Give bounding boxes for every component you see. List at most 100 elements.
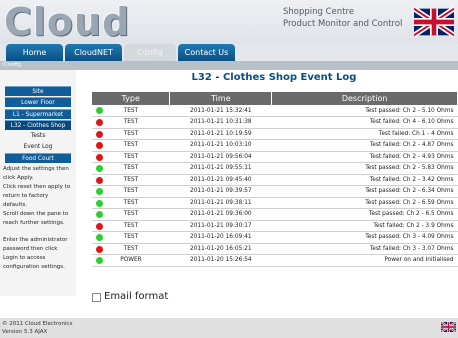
cell-time: 2011-01-21 09:36:00 bbox=[169, 208, 272, 221]
status-pass-icon bbox=[96, 165, 103, 172]
help-line: Adjust the settings then bbox=[3, 166, 69, 172]
cloud-logo: Cloud bbox=[4, 0, 131, 44]
cell-type: TEST bbox=[92, 162, 170, 175]
status-pass-icon bbox=[96, 107, 103, 114]
cell-time: 2011-01-21 09:56:04 bbox=[169, 151, 272, 163]
table-row: TEST 2011-01-21 09:56:04 Test failed: Ch 2… bbox=[92, 151, 458, 163]
help-line: Enter the administrator bbox=[3, 237, 68, 243]
cell-description: Test failed: Ch 1 - 4 Ohms bbox=[271, 128, 458, 140]
help-text-apply: Adjust the settings then click Apply. Cl… bbox=[3, 165, 75, 228]
column-header-description[interactable]: Description bbox=[271, 92, 458, 105]
sidebar-item-event-log[interactable]: Event Log bbox=[5, 142, 71, 152]
cell-time: 2011-01-20 15:26:54 bbox=[169, 254, 272, 267]
email-format-checkbox[interactable] bbox=[92, 293, 101, 302]
help-line: return to factory bbox=[3, 193, 49, 199]
cell-type: TEST bbox=[92, 151, 170, 163]
cell-description: Test failed: Ch 3 - 3.07 Ohms bbox=[271, 243, 458, 255]
help-line: click Apply. bbox=[3, 175, 34, 181]
breadcrumb: iConfig bbox=[0, 61, 458, 70]
tab-config[interactable]: Config bbox=[124, 44, 176, 61]
header-subtitle: Shopping Centre Product Monitor and Cont… bbox=[283, 6, 402, 30]
tab-contact-us[interactable]: Contact Us bbox=[178, 44, 235, 61]
cell-type: TEST bbox=[92, 231, 170, 244]
sidebar-item-food-court[interactable]: Food Court bbox=[5, 153, 71, 163]
cell-type: TEST bbox=[92, 174, 170, 186]
cell-type: POWER bbox=[92, 254, 170, 267]
cell-time: 2011-01-21 09:39:57 bbox=[169, 185, 272, 198]
table-row: TEST 2011-01-21 10:19:59 Test failed: Ch 1… bbox=[92, 128, 458, 140]
table-row: TEST 2011-01-21 09:38:11 Test passed: Ch 2… bbox=[92, 197, 458, 209]
event-log-body: TEST 2011-01-21 15:32:41 Test passed: Ch 2… bbox=[92, 105, 458, 267]
sidebar: Site Lower Floor L1 - Supermarket L32 - … bbox=[0, 70, 76, 296]
breadcrumb-text: iConfig bbox=[2, 62, 22, 68]
cell-type: TEST bbox=[92, 220, 170, 232]
sidebar-item-site[interactable]: Site bbox=[5, 86, 71, 96]
type-label: TEST bbox=[123, 176, 139, 183]
help-line: Scroll down the pane to bbox=[3, 211, 69, 217]
subtitle-line2: Product Monitor and Control bbox=[283, 19, 403, 29]
cell-description: Power on and Initialised bbox=[271, 254, 458, 267]
email-format-label: Email format bbox=[104, 291, 169, 302]
help-line: configuration settings. bbox=[3, 264, 65, 270]
cell-time: 2011-01-20 16:05:21 bbox=[169, 243, 272, 255]
tab-cloudnet[interactable]: CloudNET bbox=[65, 44, 122, 61]
status-pass-icon bbox=[96, 188, 103, 195]
header: Cloud Shopping Centre Product Monitor an… bbox=[0, 0, 458, 44]
copyright: © 2011 Cloud Electronics bbox=[2, 321, 73, 327]
help-line: Login to access bbox=[3, 255, 46, 261]
column-header-type[interactable]: Type bbox=[92, 92, 171, 105]
cell-description: Test passed: Ch 2 - 6.34 Ohms bbox=[271, 185, 458, 198]
table-row: TEST 2011-01-20 16:09:41 Test passed: Ch 3… bbox=[92, 231, 458, 244]
cell-type: TEST bbox=[92, 128, 170, 140]
cell-time: 2011-01-20 16:09:41 bbox=[169, 231, 272, 244]
table-row: TEST 2011-01-21 09:39:57 Test passed: Ch 2… bbox=[92, 185, 458, 198]
type-label: TEST bbox=[123, 107, 139, 114]
cell-description: Test passed: Ch 2 - 6.59 Ohms bbox=[271, 197, 458, 209]
cell-description: Test passed: Ch 2 - 5.83 Ohms bbox=[271, 162, 458, 175]
page-title: L32 - Clothes Shop Event Log bbox=[191, 72, 357, 83]
uk-flag-icon[interactable] bbox=[414, 2, 454, 42]
subtitle-line1: Shopping Centre bbox=[283, 7, 355, 17]
status-fail-icon bbox=[96, 176, 103, 184]
sidebar-item-clothes-shop[interactable]: L32 - Clothes Shop bbox=[5, 120, 71, 130]
status-fail-icon bbox=[96, 142, 103, 149]
cell-description: Test failed: Ch 2 - 3.42 Ohms bbox=[271, 174, 458, 186]
cell-description: Test passed: Ch 2 - 5.10 Ohms bbox=[271, 105, 458, 117]
status-fail-icon bbox=[96, 245, 103, 253]
table-row: TEST 2011-01-21 15:32:41 Test passed: Ch 2… bbox=[92, 105, 458, 117]
type-label: TEST bbox=[123, 245, 139, 252]
status-fail-icon bbox=[96, 153, 103, 161]
event-log-table: Type Time Description TEST 2011-01-21 15:… bbox=[92, 92, 458, 267]
cell-type: TEST bbox=[92, 243, 170, 255]
sidebar-item-tests[interactable]: Tests bbox=[5, 131, 71, 141]
uk-flag-icon[interactable] bbox=[441, 321, 456, 333]
cell-time: 2011-01-21 10:31:38 bbox=[169, 116, 272, 129]
cell-time: 2011-01-21 10:03:10 bbox=[169, 139, 272, 152]
column-header-time[interactable]: Time bbox=[169, 92, 273, 105]
type-label: TEST bbox=[123, 165, 139, 172]
cell-time: 2011-01-21 09:30:17 bbox=[169, 220, 272, 232]
help-line: Click reset then apply to bbox=[3, 184, 71, 190]
type-label: TEST bbox=[123, 130, 139, 137]
status-pass-icon bbox=[96, 257, 103, 264]
footer-text: © 2011 Cloud Electronics Version 5.3 AJA… bbox=[2, 320, 72, 336]
table-header-row: Type Time Description bbox=[92, 92, 458, 105]
cell-type: TEST bbox=[92, 139, 170, 152]
table-row: TEST 2011-01-21 10:03:10 Test failed: Ch 2… bbox=[92, 139, 458, 152]
type-label: TEST bbox=[123, 119, 139, 126]
type-label: TEST bbox=[123, 153, 139, 160]
status-fail-icon bbox=[96, 130, 103, 138]
table-row: TEST 2011-01-20 16:05:21 Test failed: Ch 3… bbox=[92, 243, 458, 255]
tab-home[interactable]: Home bbox=[6, 44, 63, 61]
status-pass-icon bbox=[96, 234, 103, 241]
sidebar-item-lower-floor[interactable]: Lower Floor bbox=[5, 97, 71, 107]
cell-description: Test failed: Ch 2 - 4.93 Ohms bbox=[271, 151, 458, 163]
status-pass-icon bbox=[96, 199, 103, 207]
cell-type: TEST bbox=[92, 105, 170, 117]
footer: © 2011 Cloud Electronics Version 5.3 AJA… bbox=[0, 318, 458, 338]
sidebar-item-supermarket[interactable]: L1 - Supermarket bbox=[5, 109, 71, 119]
type-label: TEST bbox=[123, 142, 139, 149]
table-row: TEST 2011-01-21 09:55:11 Test passed: Ch 2… bbox=[92, 162, 458, 175]
cell-time: 2011-01-21 10:19:59 bbox=[169, 128, 272, 140]
status-fail-icon bbox=[96, 222, 103, 230]
